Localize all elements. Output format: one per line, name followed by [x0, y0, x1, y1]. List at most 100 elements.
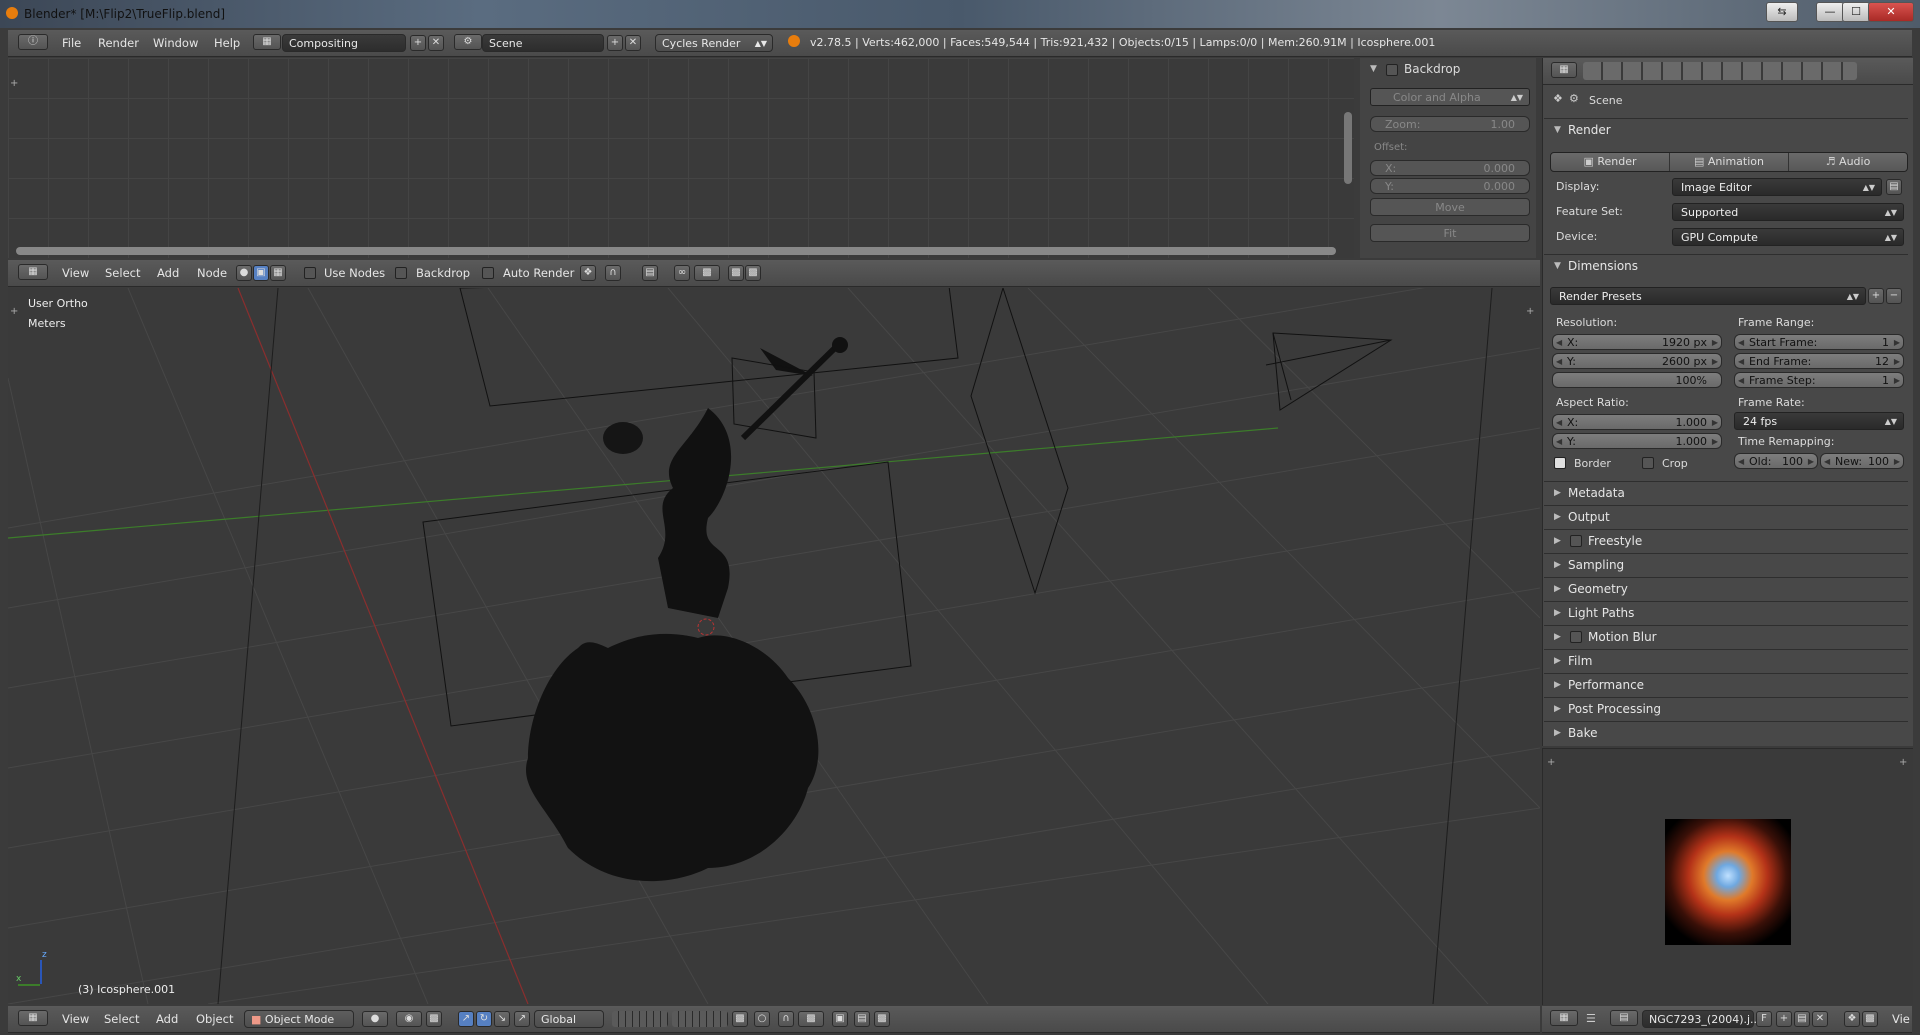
- new-image-icon[interactable]: +: [1776, 1011, 1792, 1027]
- feature-set-select[interactable]: Supported ▲▼: [1672, 203, 1904, 221]
- properties-expand-icon[interactable]: +: [1526, 306, 1534, 317]
- image-editor[interactable]: + +: [1542, 748, 1913, 1005]
- start-frame-field[interactable]: ◀ Start Frame: 1 ▶: [1734, 334, 1904, 350]
- menu-view[interactable]: View: [62, 1012, 89, 1026]
- fit-button[interactable]: Fit: [1370, 224, 1530, 242]
- display-select[interactable]: Image Editor ▲▼: [1672, 178, 1882, 196]
- menu-view-truncated[interactable]: Vie: [1892, 1012, 1910, 1026]
- display-window-icon[interactable]: ▤: [1886, 179, 1902, 195]
- motion-blur-panel-header[interactable]: ▶ Motion Blur: [1544, 625, 1908, 648]
- border-checkbox[interactable]: [1554, 457, 1566, 469]
- menu-select[interactable]: Select: [104, 1012, 139, 1026]
- render-panel-header[interactable]: ▼ Render: [1544, 118, 1908, 141]
- snap-icon[interactable]: ❖: [580, 265, 596, 281]
- menu-help[interactable]: Help: [214, 36, 240, 50]
- animation-button[interactable]: ▤ Animation: [1670, 153, 1789, 171]
- render-presets-select[interactable]: Render Presets ▲▼: [1550, 287, 1866, 305]
- close-button[interactable]: ✕: [1868, 2, 1914, 22]
- backdrop-checkbox[interactable]: [1386, 64, 1398, 76]
- metadata-panel-header[interactable]: ▶ Metadata: [1544, 481, 1908, 504]
- aspect-x-field[interactable]: ◀ X: 1.000 ▶: [1552, 414, 1722, 430]
- open-image-icon[interactable]: ▤: [1794, 1011, 1810, 1027]
- add-preset-icon[interactable]: +: [1868, 288, 1884, 304]
- sampling-panel-header[interactable]: ▶ Sampling: [1544, 553, 1908, 576]
- image-toolshelf-expand-icon[interactable]: +: [1547, 757, 1555, 768]
- magnet-icon[interactable]: ∩: [605, 265, 621, 281]
- aspect-y-field[interactable]: ◀ Y: 1.000 ▶: [1552, 433, 1722, 449]
- copy-icon[interactable]: ▤: [642, 265, 658, 281]
- add-scene-icon[interactable]: +: [607, 35, 623, 51]
- image-sidebar-expand-icon[interactable]: +: [1899, 757, 1907, 768]
- camera-view-icon[interactable]: ▩: [874, 1011, 890, 1027]
- render-button[interactable]: ▣ Render: [1551, 153, 1670, 171]
- performance-panel-header[interactable]: ▶ Performance: [1544, 673, 1908, 696]
- menu-select[interactable]: Select: [105, 266, 140, 280]
- maximize-button[interactable]: ☐: [1842, 2, 1870, 22]
- delete-scene-icon[interactable]: ✕: [625, 35, 641, 51]
- menu-view[interactable]: View: [62, 266, 89, 280]
- translate-icon[interactable]: ↗: [458, 1011, 474, 1027]
- image-browse-icon[interactable]: ▤: [1610, 1010, 1638, 1026]
- motion-blur-checkbox[interactable]: [1570, 631, 1582, 643]
- node-b-icon[interactable]: ▩: [745, 265, 761, 281]
- rotate-icon[interactable]: ↻: [476, 1011, 492, 1027]
- pin-icon[interactable]: ❖: [1553, 92, 1563, 105]
- screen-layout-field[interactable]: Compositing: [282, 34, 406, 52]
- geometry-panel-header[interactable]: ▶ Geometry: [1544, 577, 1908, 600]
- post-processing-panel-header[interactable]: ▶ Post Processing: [1544, 697, 1908, 720]
- shading-icon[interactable]: ●: [362, 1011, 388, 1027]
- fake-user-button[interactable]: F: [1756, 1011, 1772, 1027]
- device-select[interactable]: GPU Compute ▲▼: [1672, 228, 1904, 246]
- scene-icon[interactable]: ⚙: [454, 34, 482, 50]
- layer-buttons-b[interactable]: [672, 1011, 728, 1027]
- crop-checkbox[interactable]: [1642, 457, 1654, 469]
- zoom-field[interactable]: Zoom: 1.00: [1370, 116, 1530, 132]
- film-panel-header[interactable]: ▶ Film: [1544, 649, 1908, 672]
- move-button[interactable]: Move: [1370, 198, 1530, 216]
- opengl-render-icon[interactable]: ▣: [832, 1011, 848, 1027]
- proportional-edit-icon[interactable]: ○: [754, 1011, 770, 1027]
- compositing-nodes-icon[interactable]: ▣: [253, 265, 269, 281]
- offset-y-field[interactable]: Y: 0.000: [1370, 178, 1530, 194]
- toolshelf-expand-icon[interactable]: +: [10, 306, 18, 317]
- manipulator-toggle-icon[interactable]: ▩: [426, 1011, 442, 1027]
- output-panel-header[interactable]: ▶ Output: [1544, 505, 1908, 528]
- layer-lock-icon[interactable]: ▩: [732, 1011, 748, 1027]
- frame-step-field[interactable]: ◀ Frame Step: 1 ▶: [1734, 372, 1904, 388]
- pin-image-icon[interactable]: ❖: [1844, 1011, 1860, 1027]
- shader-nodes-icon[interactable]: ●: [236, 265, 252, 281]
- remove-preset-icon[interactable]: −: [1886, 288, 1902, 304]
- time-old-field[interactable]: ◀ Old: 100 ▶: [1734, 453, 1818, 469]
- opengl-anim-icon[interactable]: ▤: [854, 1011, 870, 1027]
- node-a-icon[interactable]: ▩: [728, 265, 744, 281]
- snap-element-icon[interactable]: ▩: [798, 1011, 824, 1027]
- resolution-y-field[interactable]: ◀ Y: 2600 px ▶: [1552, 353, 1722, 369]
- editor-type-node-icon[interactable]: ▦: [18, 264, 48, 280]
- menu-add[interactable]: Add: [156, 1012, 178, 1026]
- use-nodes-checkbox[interactable]: [304, 267, 316, 279]
- backdrop-toggle-checkbox[interactable]: [395, 267, 407, 279]
- texture-nodes-icon[interactable]: ▦: [270, 265, 286, 281]
- node-editor-canvas[interactable]: +: [8, 58, 1354, 258]
- light-paths-panel-header[interactable]: ▶ Light Paths: [1544, 601, 1908, 624]
- link-icon[interactable]: ∞: [674, 265, 690, 281]
- image-mode-icon[interactable]: ▩: [1862, 1011, 1878, 1027]
- editor-type-info-icon[interactable]: ⓘ: [18, 34, 48, 50]
- minimize-button[interactable]: —: [1816, 2, 1844, 22]
- editor-type-properties-icon[interactable]: ▦: [1551, 62, 1577, 78]
- collapse-triangle-icon[interactable]: ▼: [1370, 64, 1377, 74]
- image-name-field[interactable]: NGC7293_(2004).j...: [1642, 1010, 1761, 1028]
- node-editor-scrollbar[interactable]: [16, 247, 1336, 255]
- layer-buttons-a[interactable]: [612, 1011, 668, 1027]
- offset-x-field[interactable]: X: 0.000: [1370, 160, 1530, 176]
- menu-window[interactable]: Window: [153, 36, 198, 50]
- menu-add[interactable]: Add: [157, 266, 179, 280]
- orientation-select[interactable]: Global: [534, 1010, 604, 1028]
- editor-type-3d-icon[interactable]: ▦: [18, 1010, 48, 1026]
- snap-toggle-icon[interactable]: ∩: [778, 1011, 794, 1027]
- end-frame-field[interactable]: ◀ End Frame: 12 ▶: [1734, 353, 1904, 369]
- time-new-field[interactable]: ◀ New: 100 ▶: [1820, 453, 1904, 469]
- layout-icon[interactable]: ▩: [694, 265, 720, 281]
- unlink-image-icon[interactable]: ✕: [1812, 1011, 1828, 1027]
- menu-hamburger-icon[interactable]: ☰: [1586, 1012, 1596, 1025]
